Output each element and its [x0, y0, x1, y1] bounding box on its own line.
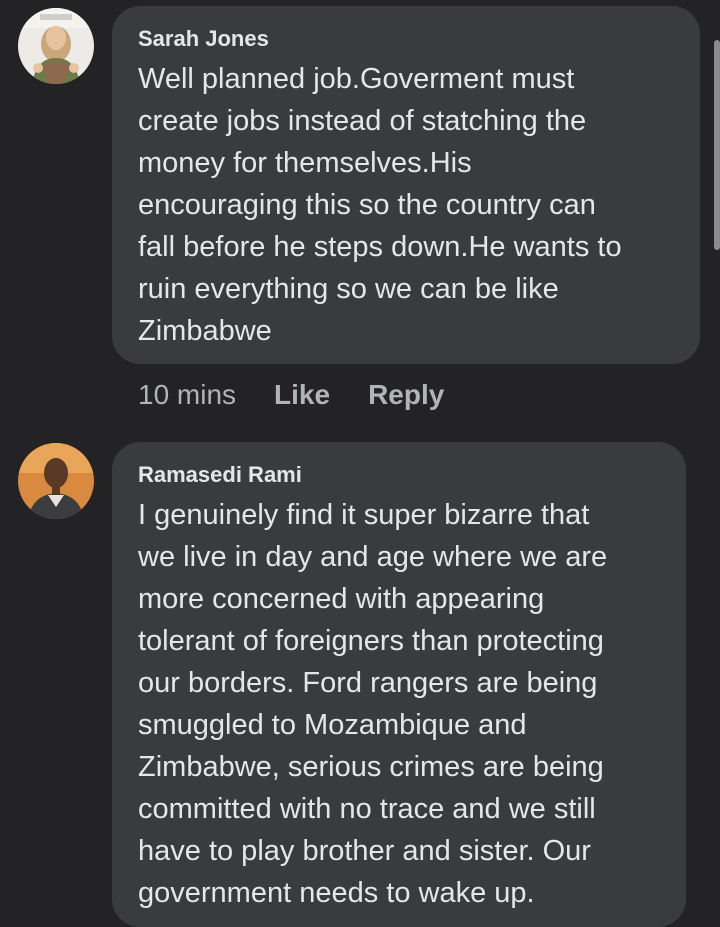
reply-button[interactable]: Reply	[368, 379, 444, 411]
avatar[interactable]	[18, 8, 94, 84]
comment-item: Ramasedi Rami I genuinely find it super …	[0, 440, 720, 927]
like-button[interactable]: Like	[274, 379, 330, 411]
comment-timestamp[interactable]: 10 mins	[138, 379, 236, 411]
profile-photo-man-icon	[18, 443, 94, 519]
avatar[interactable]	[18, 443, 94, 519]
comment-actions: 10 mins Like Reply	[138, 379, 444, 411]
comment-author[interactable]: Ramasedi Rami	[138, 462, 660, 488]
comment-bubble: Ramasedi Rami I genuinely find it super …	[112, 442, 686, 927]
comment-item: Sarah Jones Well planned job.Goverment m…	[0, 0, 720, 440]
comment-text: Well planned job.Goverment must create j…	[138, 63, 622, 347]
comment-bubble: Sarah Jones Well planned job.Goverment m…	[112, 6, 700, 364]
profile-photo-woman-icon	[18, 8, 94, 84]
comment-text: I genuinely find it super bizarre that w…	[138, 499, 608, 909]
comment-author[interactable]: Sarah Jones	[138, 26, 674, 52]
scrollbar[interactable]	[714, 40, 720, 250]
